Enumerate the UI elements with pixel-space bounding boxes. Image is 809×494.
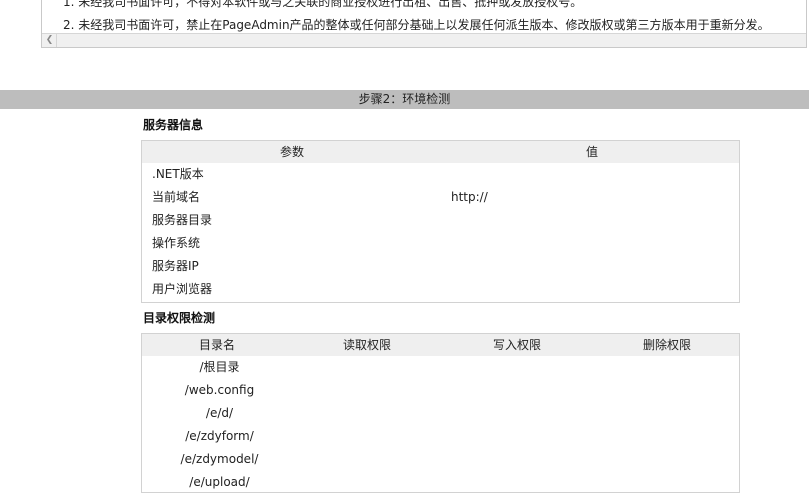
table-row: /e/zdymodel/	[142, 448, 739, 471]
license-clause-1: 1. 未经我司书面许可，不得对本软件或与之关联的商业授权进行出租、出售、抵押或发…	[63, 0, 583, 9]
param-name: 当前域名	[152, 190, 201, 204]
dir-permission-table: 目录名 读取权限 写入权限 删除权限 /根目录 /web.config /e/d…	[141, 333, 740, 493]
dir-permission-title: 目录权限检测	[143, 311, 216, 325]
param-name: 操作系统	[152, 236, 201, 250]
table-row: 服务器IP	[142, 255, 739, 278]
table-row: /e/d/	[142, 402, 739, 425]
table-row: /根目录	[142, 356, 739, 379]
param-name: 用户浏览器	[152, 282, 213, 296]
table-row: 当前域名 http://	[142, 186, 739, 209]
dir-name: /根目录	[199, 360, 240, 374]
dir-name: /e/zdyform/	[185, 429, 254, 443]
column-header-value: 值	[585, 145, 598, 159]
table-row: 操作系统	[142, 232, 739, 255]
license-clause-2: 2. 未经我司书面许可，禁止在PageAdmin产品的整体或任何部分基础上以发展…	[63, 18, 770, 32]
table-row: .NET版本	[142, 163, 739, 186]
table-row: 用户浏览器	[142, 278, 739, 301]
param-name: 服务器目录	[152, 213, 213, 227]
scroll-left-arrow-icon[interactable]: ❮	[43, 34, 57, 47]
dir-name: /web.config	[184, 383, 255, 397]
column-header-param: 参数	[279, 145, 304, 159]
table-row: 服务器目录	[142, 209, 739, 232]
param-name: 服务器IP	[152, 259, 199, 273]
server-info-title: 服务器信息	[143, 118, 204, 132]
column-header-read: 读取权限	[342, 338, 391, 352]
column-header-write: 写入权限	[492, 338, 541, 352]
table-row: /e/upload/	[142, 471, 739, 494]
dir-name: /e/d/	[205, 406, 234, 420]
table-header: 参数 值	[142, 141, 739, 163]
table-row: /web.config	[142, 379, 739, 402]
license-agreement-box[interactable]: 1. 未经我司书面许可，不得对本软件或与之关联的商业授权进行出租、出售、抵押或发…	[41, 0, 807, 48]
column-header-dirname: 目录名	[198, 338, 235, 352]
table-row: /e/zdyform/	[142, 425, 739, 448]
dir-name: /e/zdymodel/	[180, 452, 259, 466]
param-name: .NET版本	[152, 167, 204, 181]
param-value: http://	[451, 190, 488, 204]
column-header-delete: 删除权限	[642, 338, 691, 352]
step-header: 步骤2：环境检测	[0, 90, 809, 109]
server-info-table: 参数 值 .NET版本 当前域名 http:// 服务器目录 操作系统 服务器I…	[141, 140, 740, 303]
table-header: 目录名 读取权限 写入权限 删除权限	[142, 334, 739, 356]
horizontal-scrollbar[interactable]: ❮	[42, 33, 806, 47]
dir-name: /e/upload/	[189, 475, 250, 489]
